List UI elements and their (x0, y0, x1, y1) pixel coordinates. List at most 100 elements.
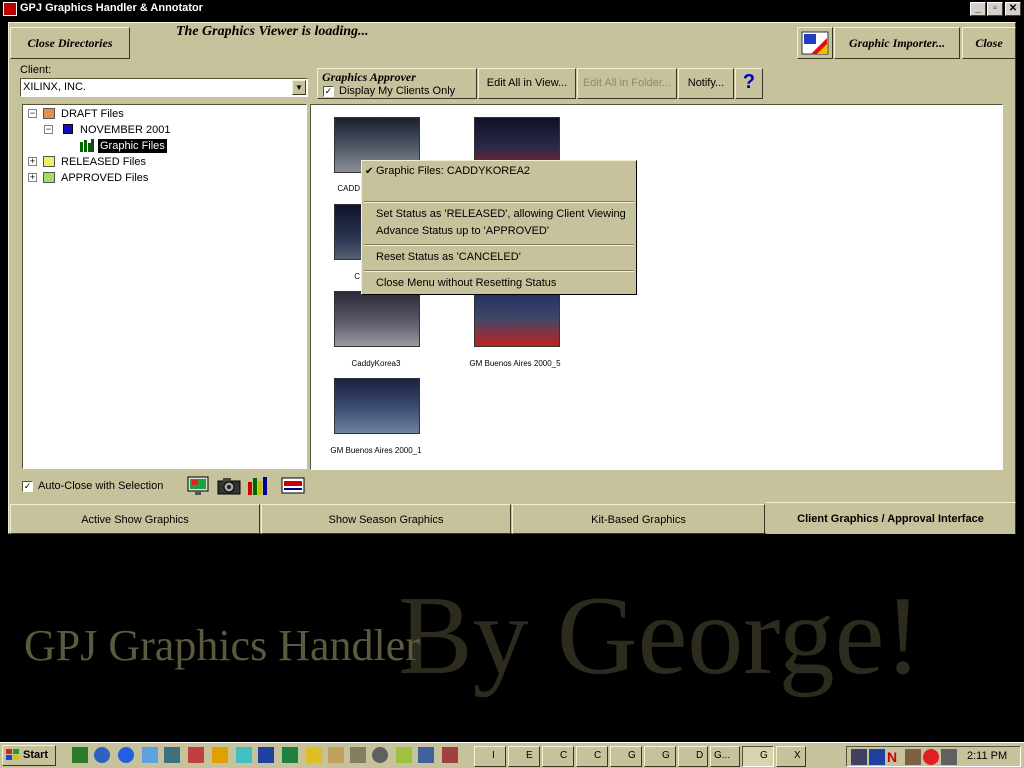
menu-item-advance-approved[interactable]: Advance Status up to 'APPROVED' (376, 225, 549, 237)
task-label: D (696, 750, 704, 761)
display-my-clients-checkbox[interactable]: ✓ (323, 86, 334, 97)
close-directories-button[interactable]: Close Directories (10, 27, 130, 59)
tree-item-released[interactable]: RELEASED Files (61, 155, 146, 169)
tree-item-approved[interactable]: APPROVED Files (61, 171, 148, 185)
restore-button[interactable]: ▫ (987, 2, 1003, 16)
menu-item-close-menu[interactable]: Close Menu without Resetting Status (376, 277, 556, 289)
edit-all-in-folder-button[interactable]: Edit All in Folder... (577, 68, 677, 99)
thumbnail-image[interactable] (474, 291, 560, 347)
task-button[interactable]: G... (710, 746, 740, 767)
collapse-icon[interactable]: − (44, 125, 53, 134)
tree-item-draft[interactable]: DRAFT Files (61, 107, 124, 121)
quicklaunch-tool-icon[interactable] (164, 747, 180, 763)
collapse-icon[interactable]: − (28, 109, 37, 118)
quicklaunch-search-icon[interactable] (142, 747, 158, 763)
tray-stop-icon[interactable] (923, 749, 939, 765)
quicklaunch-browser-icon[interactable] (118, 747, 134, 763)
system-tray: N 2:11 PM (846, 746, 1021, 767)
task-label: I (492, 750, 495, 761)
minimize-button[interactable]: _ (970, 2, 986, 16)
app-icon (3, 2, 17, 16)
tray-icon[interactable] (869, 749, 885, 765)
presentation-icon[interactable] (281, 476, 305, 496)
quicklaunch-word-icon[interactable] (258, 747, 274, 763)
monitor-icon[interactable] (187, 476, 209, 496)
menu-item-header[interactable]: Graphic Files: CADDYKOREA2 (376, 165, 530, 177)
task-label: G (662, 750, 670, 761)
task-button[interactable]: C (576, 746, 608, 767)
task-button[interactable]: X (776, 746, 806, 767)
auto-close-checkbox[interactable]: ✓ (22, 481, 33, 492)
splash-by-line: By George! (398, 574, 922, 698)
menu-item-set-released[interactable]: Set Status as 'RELEASED', allowing Clien… (376, 208, 626, 220)
client-label: Client: (20, 64, 52, 76)
quicklaunch-book-icon[interactable] (188, 747, 204, 763)
tray-icon[interactable] (851, 749, 867, 765)
quicklaunch-app4-icon[interactable] (442, 747, 458, 763)
quicklaunch-app-icon[interactable] (236, 747, 252, 763)
window-title: GPJ Graphics Handler & Annotator (20, 2, 203, 14)
graphics-approver-group: Graphics Approver ✓ Display My Clients O… (317, 68, 477, 99)
tray-n-icon[interactable]: N (887, 749, 903, 765)
tray-icon[interactable] (905, 749, 921, 765)
thumbnail-image[interactable] (334, 378, 420, 434)
start-button[interactable]: Start (2, 745, 56, 766)
menu-item-reset-canceled[interactable]: Reset Status as 'CANCELED' (376, 251, 521, 263)
chevron-down-icon[interactable]: ▼ (292, 80, 306, 95)
task-label: G (628, 750, 636, 761)
title-bar: GPJ Graphics Handler & Annotator _ ▫ ✕ (0, 0, 1024, 18)
task-button[interactable]: G (610, 746, 642, 767)
close-window-button[interactable]: ✕ (1005, 2, 1021, 16)
quicklaunch-excel-icon[interactable] (72, 747, 88, 763)
task-label: X (794, 750, 801, 761)
tab-active-show-graphics[interactable]: Active Show Graphics (10, 504, 260, 534)
graphic-importer-button[interactable]: Graphic Importer... (834, 27, 960, 59)
directory-tree: − DRAFT Files − NOVEMBER 2001 Graphic Fi… (22, 104, 307, 469)
splash-app-name: GPJ Graphics Handler (24, 621, 420, 670)
folder-icon (43, 108, 55, 119)
auto-close-label: Auto-Close with Selection (38, 480, 164, 492)
graphic-files-icon (80, 139, 94, 152)
clock: 2:11 PM (967, 750, 1008, 762)
quicklaunch-folder-icon[interactable] (212, 747, 228, 763)
task-button[interactable]: E (508, 746, 540, 767)
expand-icon[interactable]: + (28, 173, 37, 182)
tree-item-graphic-files[interactable]: Graphic Files (98, 139, 167, 153)
tab-kit-based-graphics[interactable]: Kit-Based Graphics (512, 504, 765, 534)
quicklaunch-excel2-icon[interactable] (282, 747, 298, 763)
client-select[interactable]: XILINX, INC. ▼ (20, 78, 308, 97)
task-button[interactable]: D (678, 746, 708, 767)
graphic-importer-icon-button[interactable] (797, 27, 833, 59)
files-icon[interactable] (247, 476, 271, 496)
task-button[interactable]: I (474, 746, 506, 767)
tab-client-graphics-approval[interactable]: Client Graphics / Approval Interface (766, 502, 1016, 534)
task-button[interactable]: C (542, 746, 574, 767)
display-my-clients-label: Display My Clients Only (339, 85, 456, 97)
quicklaunch-user-icon[interactable] (306, 747, 322, 763)
quicklaunch-clock-icon[interactable] (372, 747, 388, 763)
quicklaunch-app3-icon[interactable] (418, 747, 434, 763)
menu-separator (364, 270, 634, 272)
quicklaunch-ie-icon[interactable] (94, 747, 110, 763)
quicklaunch-app2-icon[interactable] (396, 747, 412, 763)
thumbnail-image[interactable] (334, 291, 420, 347)
tree-item-november[interactable]: NOVEMBER 2001 (80, 123, 170, 137)
task-button-active[interactable]: G (742, 746, 774, 767)
windows-logo-icon (6, 749, 20, 761)
quicklaunch-key-icon[interactable] (328, 747, 344, 763)
folder-icon (43, 172, 55, 183)
thumbnail-caption: GM Buenos Aires 2000_1 (330, 446, 422, 455)
help-button[interactable]: ? (735, 68, 763, 99)
camera-icon[interactable] (217, 476, 241, 496)
tray-icon[interactable] (941, 749, 957, 765)
notify-button[interactable]: Notify... (678, 68, 734, 99)
task-label: E (526, 750, 533, 761)
task-button[interactable]: G (644, 746, 676, 767)
close-button[interactable]: Close (962, 27, 1016, 59)
edit-all-in-view-button[interactable]: Edit All in View... (478, 68, 576, 99)
quicklaunch-tool2-icon[interactable] (350, 747, 366, 763)
importer-icon (801, 31, 829, 55)
thumbnail-caption: GM Buenos Aires 2000_5 (469, 359, 561, 368)
expand-icon[interactable]: + (28, 157, 37, 166)
tab-show-season-graphics[interactable]: Show Season Graphics (261, 504, 511, 534)
